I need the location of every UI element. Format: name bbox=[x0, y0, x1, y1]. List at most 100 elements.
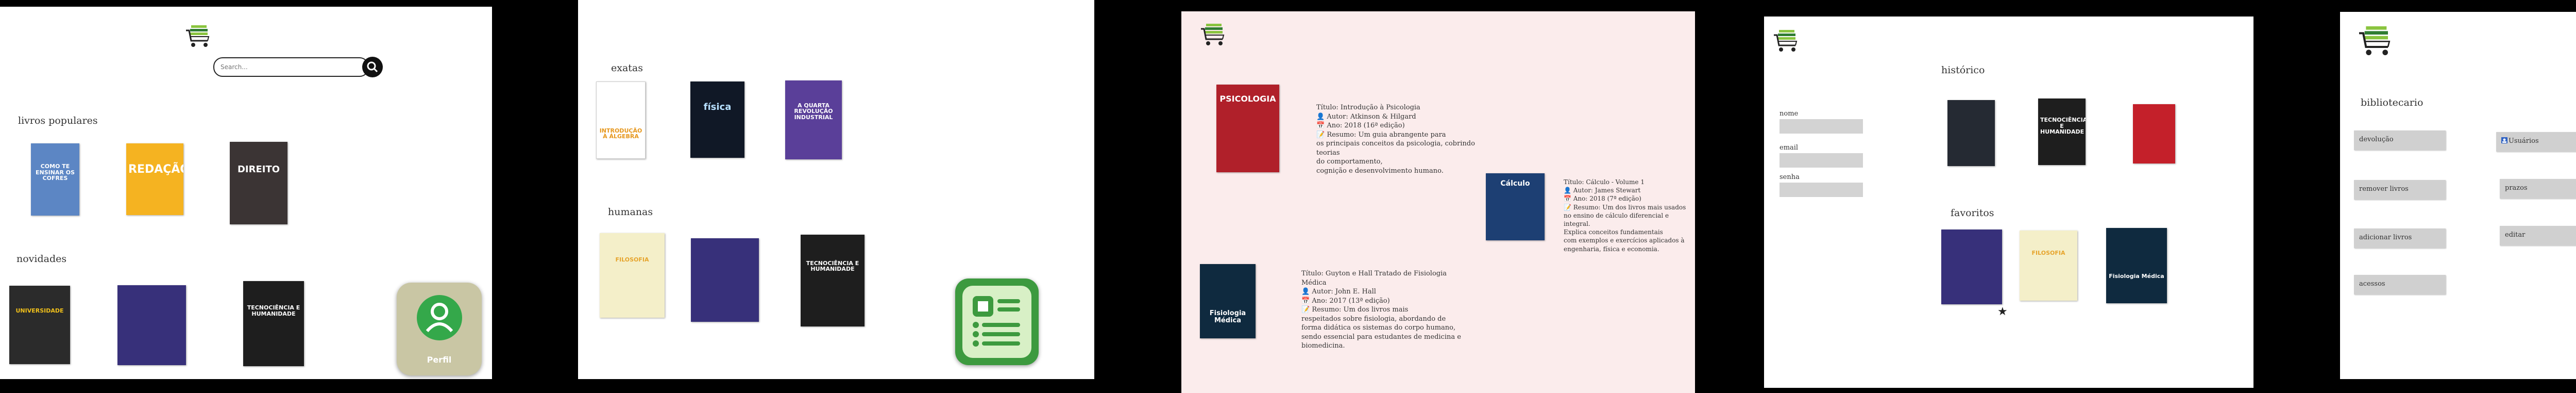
book-title: INTRODUÇÃO À ÁLGEBRA bbox=[599, 127, 642, 140]
search-button[interactable] bbox=[362, 57, 383, 77]
book-cover[interactable]: física bbox=[690, 81, 744, 158]
book-title: FILOSOFIA bbox=[2031, 250, 2065, 257]
book-cover[interactable]: Fisiologia Médica bbox=[2106, 228, 2167, 303]
detail-line: respeitados sobre fisiologia, abordando … bbox=[1301, 315, 1446, 323]
book-cover[interactable]: TECNOCIÊNCIA E HUMANIDADE bbox=[2038, 99, 2086, 165]
search-input[interactable] bbox=[219, 61, 361, 73]
book-cover[interactable] bbox=[2133, 104, 2175, 163]
book-cover[interactable]: FILOSOFIA bbox=[2020, 231, 2077, 301]
search-catalog-button[interactable] bbox=[955, 279, 1039, 365]
detail-line: forma didática os sistemas do corpo huma… bbox=[1301, 324, 1456, 332]
book-title: PSICOLOGIA bbox=[1219, 94, 1276, 104]
book-cover[interactable]: REDAÇÃO bbox=[126, 143, 183, 215]
password-label: senha bbox=[1780, 173, 1800, 181]
detail-line: Médica bbox=[1301, 279, 1327, 287]
book-cover[interactable]: UNIVERSIDADE bbox=[9, 286, 70, 364]
deadlines-button[interactable]: prazos bbox=[2500, 179, 2576, 199]
detail-line: 📝 Resumo: Um dos livros mais usados bbox=[1564, 203, 1686, 211]
librarian-screen: bibliotecario devolução Usuários remover… bbox=[2340, 12, 2576, 379]
name-field[interactable] bbox=[1780, 119, 1863, 134]
book-title: TECNOCIÊNCIA E HUMANIDADE bbox=[247, 304, 300, 317]
book-title: A QUARTA REVOLUÇÃO INDUSTRIAL bbox=[794, 102, 833, 121]
book-title: REDAÇÃO bbox=[128, 162, 183, 176]
edit-button[interactable]: editar bbox=[2500, 226, 2576, 245]
book-cover[interactable] bbox=[1941, 230, 2002, 304]
book-cover[interactable]: COMO TE ENSINAR OS COFRES bbox=[31, 143, 79, 216]
profile-label: Perfil bbox=[427, 355, 452, 365]
book-title: Cálculo bbox=[1500, 179, 1530, 188]
book-cover[interactable]: DIREITO bbox=[230, 142, 287, 224]
book-cover[interactable]: INTRODUÇÃO À ÁLGEBRA bbox=[596, 81, 646, 159]
book-cover[interactable] bbox=[117, 285, 186, 365]
book-cover[interactable]: TECNOCIÊNCIA E HUMANIDADE bbox=[801, 235, 865, 326]
account-screen: histórico TECNOCIÊNCIA E HUMANIDADE nome… bbox=[1764, 17, 2253, 388]
book-title: FILOSOFIA bbox=[615, 256, 649, 263]
access-button[interactable]: acessos bbox=[2354, 275, 2446, 294]
book-cover[interactable] bbox=[1947, 100, 1995, 166]
book-cover[interactable]: A QUARTA REVOLUÇÃO INDUSTRIAL bbox=[785, 80, 842, 159]
book-cover[interactable]: Cálculo bbox=[1486, 173, 1545, 240]
remove-books-button[interactable]: remover livros bbox=[2354, 180, 2446, 200]
book-details-screen: PSICOLOGIA Título: Introdução à Psicolog… bbox=[1181, 11, 1695, 393]
book-title: Fisiologia Médica bbox=[2109, 272, 2164, 280]
detail-line: 👤 Autor: Atkinson & Hilgard bbox=[1316, 112, 1416, 121]
detail-line: com exemplos e exercícios aplicados à bbox=[1564, 237, 1685, 244]
new-heading: novidades bbox=[16, 253, 67, 265]
book-cover[interactable]: PSICOLOGIA bbox=[1216, 85, 1279, 172]
search-bar bbox=[213, 57, 369, 77]
edit-label: editar bbox=[2505, 231, 2526, 239]
add-books-button[interactable]: adicionar livros bbox=[2354, 228, 2446, 248]
detail-line: 👤 Autor: John E. Hall bbox=[1301, 288, 1376, 296]
detail-line: 📅 Ano: 2017 (13ª edição) bbox=[1301, 297, 1390, 305]
name-label: nome bbox=[1780, 110, 1799, 118]
user-icon bbox=[417, 295, 462, 340]
returns-button[interactable]: devolução bbox=[2354, 130, 2446, 150]
logo-cart-icon bbox=[1201, 24, 1225, 45]
detail-line: engenharia, física e economia. bbox=[1564, 245, 1659, 253]
book-title: TECNOCIÊNCIA E HUMANIDADE bbox=[806, 259, 859, 273]
book-cover[interactable]: TECNOCIÊNCIA E HUMANIDADE bbox=[243, 281, 304, 366]
detail-line: Título: Introdução à Psicologia bbox=[1316, 104, 1420, 111]
detail-line: Título: Cálculo - Volume 1 bbox=[1564, 178, 1645, 186]
access-label: acessos bbox=[2359, 280, 2385, 288]
book-cover[interactable]: Fisiologia Médica bbox=[1200, 264, 1256, 338]
returns-label: devolução bbox=[2359, 136, 2394, 143]
catalog-list-icon bbox=[973, 296, 1020, 347]
book-title: DIREITO bbox=[237, 163, 280, 175]
book-details: Título: Guyton e Hall Tratado de Fisiolo… bbox=[1301, 269, 1477, 351]
detail-line: biomedicina. bbox=[1301, 342, 1345, 350]
detail-line: no ensino de cálculo diferencial e integ… bbox=[1564, 211, 1669, 227]
email-field[interactable] bbox=[1780, 153, 1863, 168]
logo-cart-icon bbox=[186, 25, 210, 47]
detail-line: 📅 Ano: 2018 (7ª edição) bbox=[1564, 195, 1641, 203]
detail-line: 👤 Autor: James Stewart bbox=[1564, 187, 1641, 194]
history-heading: histórico bbox=[1941, 64, 1985, 76]
profile-button[interactable]: Perfil bbox=[397, 283, 482, 375]
detail-line: Explica conceitos fundamentais bbox=[1564, 228, 1663, 236]
human-heading: humanas bbox=[608, 206, 653, 218]
exact-heading: exatas bbox=[611, 62, 643, 74]
favorite-star-icon[interactable]: ★ bbox=[1997, 305, 2008, 318]
users-label: Usuários bbox=[2509, 137, 2539, 145]
favorites-heading: favoritos bbox=[1951, 207, 1994, 219]
popular-heading: livros populares bbox=[18, 115, 98, 126]
book-title: COMO TE ENSINAR OS COFRES bbox=[35, 163, 75, 182]
detail-line: cognição e desenvolvimento humano. bbox=[1316, 167, 1444, 175]
book-cover[interactable] bbox=[691, 238, 759, 322]
detail-line: 📝 Resumo: Um dos livros mais bbox=[1301, 306, 1409, 314]
book-cover[interactable]: FILOSOFIA bbox=[600, 233, 665, 318]
detail-line: sendo essencial para estudantes de medic… bbox=[1301, 333, 1461, 341]
remove-books-label: remover livros bbox=[2359, 185, 2409, 193]
book-details: Título: Cálculo - Volume 1 👤 Autor: James… bbox=[1564, 178, 1692, 253]
home-screen: livros populares COMO TE ENSINAR OS COFR… bbox=[0, 7, 492, 379]
search-icon bbox=[367, 61, 378, 73]
book-title: UNIVERSIDADE bbox=[15, 307, 64, 314]
users-button[interactable]: Usuários bbox=[2496, 132, 2576, 152]
book-details: Título: Introdução à Psicologia 👤 Autor: … bbox=[1316, 103, 1492, 175]
add-books-label: adicionar livros bbox=[2359, 234, 2412, 241]
book-title: TECNOCIÊNCIA E HUMANIDADE bbox=[2040, 117, 2086, 136]
detail-line: 📝 Resumo: Um guia abrangente para bbox=[1316, 130, 1446, 139]
detail-line: Título: Guyton e Hall Tratado de Fisiolo… bbox=[1301, 270, 1447, 277]
password-field[interactable] bbox=[1780, 183, 1863, 197]
deadlines-label: prazos bbox=[2505, 184, 2528, 192]
